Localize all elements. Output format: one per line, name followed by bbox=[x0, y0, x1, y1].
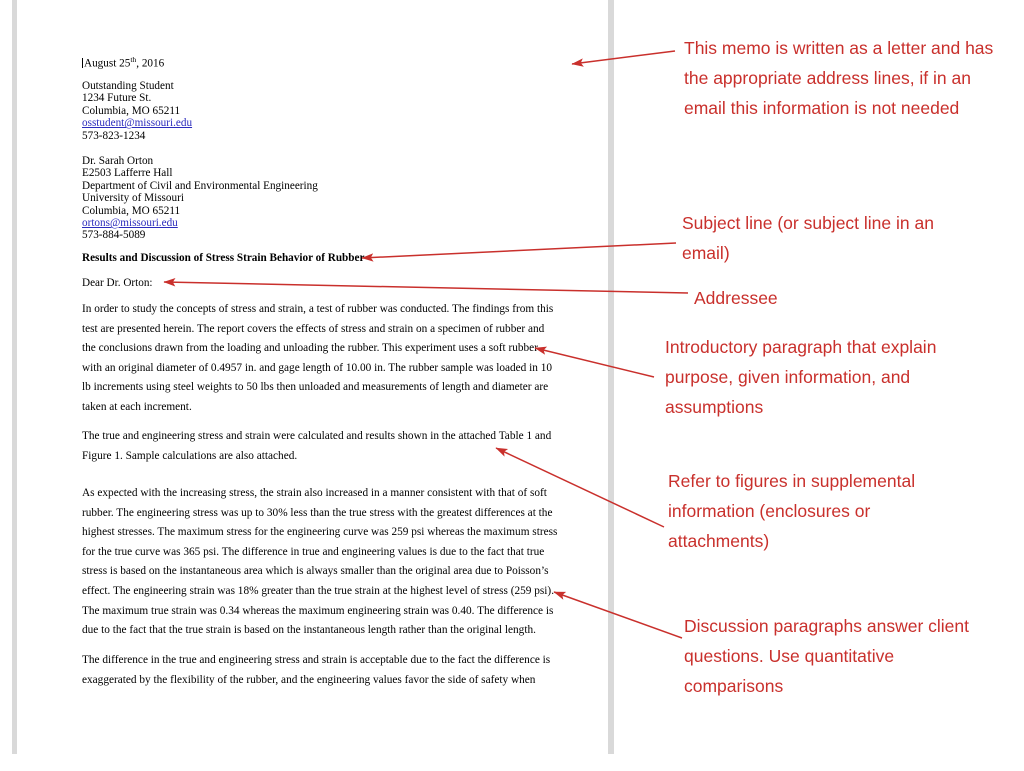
paragraph-figure-reference: The true and engineering stress and stra… bbox=[82, 427, 552, 466]
paragraph-line: with an original diameter of 0.4957 in. … bbox=[82, 361, 553, 374]
date-year: , 2016 bbox=[136, 57, 165, 70]
annotation-address-lines: This memo is written as a letter and has… bbox=[684, 38, 994, 118]
recipient-phone: 573-884-5089 bbox=[82, 229, 146, 242]
page-right-edge-shadow bbox=[608, 0, 614, 754]
paragraph-discussion: As expected with the increasing stress, … bbox=[82, 484, 558, 641]
paragraph-line: The true and engineering stress and stra… bbox=[82, 430, 552, 442]
annotation-addressee: Addressee bbox=[694, 288, 778, 308]
date-text: August 25 bbox=[84, 57, 131, 70]
paragraph-line: exaggerated by the flexibility of the ru… bbox=[82, 673, 536, 686]
paragraph-line: lb increments using steel weights to 50 … bbox=[82, 381, 549, 394]
paragraph-line: In order to study the concepts of stress… bbox=[82, 303, 554, 315]
recipient-city-state-zip: Columbia, MO 65211 bbox=[82, 204, 181, 217]
paragraph-line: for the true curve was 365 psi. The diff… bbox=[82, 545, 545, 558]
paragraph-line: test are presented herein. The report co… bbox=[82, 322, 545, 335]
date-line: August 25th, 2016 bbox=[82, 54, 164, 70]
paragraph-line: highest stresses. The maximum stress for… bbox=[82, 526, 558, 539]
recipient-institution: University of Missouri bbox=[82, 192, 184, 205]
recipient-department: Department of Civil and Environmental En… bbox=[82, 179, 318, 192]
annotation-introductory-paragraph: Introductory paragraph that explain purp… bbox=[665, 337, 937, 417]
paragraph-line: rubber. The engineering stress was up to… bbox=[82, 506, 553, 519]
sender-phone: 573-823-1234 bbox=[82, 129, 146, 142]
sender-address-block: Outstanding Student 1234 Future St. Colu… bbox=[82, 80, 192, 142]
page-left-gutter bbox=[0, 0, 12, 754]
annotation-subject-line: Subject line (or subject line in an emai… bbox=[682, 213, 934, 263]
recipient-address-block: Dr. Sarah Orton E2503 Lafferre Hall Depa… bbox=[82, 155, 318, 242]
paragraph-line: The maximum true strain was 0.34 whereas… bbox=[82, 604, 554, 617]
sender-name: Outstanding Student bbox=[82, 80, 174, 92]
paragraph-line: the conclusions drawn from the loading a… bbox=[82, 342, 538, 355]
page-bottom-margin bbox=[0, 754, 621, 771]
paragraph-line: The difference in the true and engineeri… bbox=[82, 654, 551, 666]
text-caret bbox=[82, 57, 83, 68]
document-page-canvas: August 25th, 2016 Outstanding Student 12… bbox=[0, 0, 621, 771]
subject-line: Results and Discussion of Stress Strain … bbox=[82, 252, 365, 264]
paragraph-acceptability: The difference in the true and engineeri… bbox=[82, 651, 551, 690]
salutation: Dear Dr. Orton: bbox=[82, 277, 153, 289]
paragraph-line: effect. The engineering strain was 18% g… bbox=[82, 584, 555, 597]
paragraph-line: taken at each increment. bbox=[82, 400, 192, 413]
recipient-name: Dr. Sarah Orton bbox=[82, 155, 154, 167]
paragraph-line: stress is based on the instantaneous are… bbox=[82, 565, 549, 578]
recipient-email-link[interactable]: ortons@missouri.edu bbox=[82, 217, 178, 229]
sender-city-state-zip: Columbia, MO 65211 bbox=[82, 104, 181, 117]
paragraph-line: As expected with the increasing stress, … bbox=[82, 487, 547, 499]
paragraph-line: due to the fact that the true strain is … bbox=[82, 624, 536, 637]
recipient-office: E2503 Lafferre Hall bbox=[82, 167, 173, 180]
paragraph-line: Figure 1. Sample calculations are also a… bbox=[82, 449, 298, 462]
annotation-discussion-paragraphs: Discussion paragraphs answer client ques… bbox=[684, 616, 969, 696]
annotation-refer-to-figures: Refer to figures in supplemental informa… bbox=[668, 471, 916, 551]
sender-street: 1234 Future St. bbox=[82, 92, 152, 105]
sender-email-link[interactable]: osstudent@missouri.edu bbox=[82, 117, 192, 129]
paragraph-intro: In order to study the concepts of stress… bbox=[82, 300, 554, 418]
